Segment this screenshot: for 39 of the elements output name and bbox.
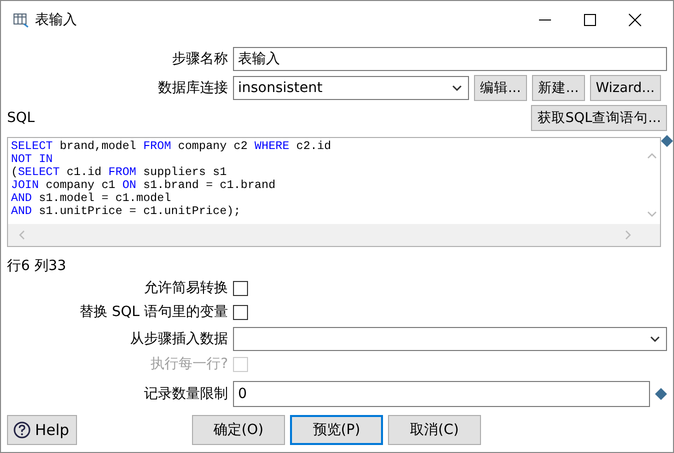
checkbox[interactable] — [233, 304, 248, 320]
field-label: 步骤名称 — [171, 50, 228, 68]
dialog-button[interactable]: 预览(P) — [290, 415, 383, 445]
step-name-field[interactable]: 表输入 — [233, 47, 667, 71]
chevron-down-icon — [450, 83, 464, 93]
step-dropdown[interactable] — [233, 327, 667, 351]
field-label: 从步骤插入数据 — [129, 330, 228, 348]
code-line: (SELECT c1.id FROM suppliers s1 — [11, 166, 228, 179]
connection-button[interactable]: 新建... — [532, 75, 585, 101]
dialog-button[interactable]: 确定(O) — [192, 415, 285, 445]
option-label: 允许简易转换 — [143, 279, 228, 297]
code-line: AND s1.model = c1.model — [11, 192, 172, 205]
sql-label: SQL — [7, 110, 35, 126]
limit-field[interactable]: 0 — [233, 381, 650, 407]
dialog-button[interactable]: 取消(C) — [388, 415, 481, 445]
option-label: 替换 SQL 语句里的变量 — [78, 303, 228, 321]
variable-icon — [661, 135, 673, 147]
code-line: NOT IN — [11, 153, 54, 166]
cursor-position: 行6 列33 — [6, 257, 68, 276]
get-sql-button[interactable]: 获取SQL查询语句... — [531, 105, 667, 131]
table-icon — [13, 12, 29, 28]
checkbox[interactable] — [233, 280, 248, 296]
chevron-down-icon — [648, 334, 662, 344]
help-icon — [13, 421, 31, 439]
connection-button[interactable]: Wizard... — [590, 75, 661, 101]
window-title: 表输入 — [35, 11, 77, 29]
help-button[interactable]: Help — [7, 415, 77, 445]
code-line: JOIN company c1 ON s1.brand = c1.brand — [11, 179, 276, 192]
field-label: 数据库连接 — [157, 79, 228, 97]
option-label: 执行每一行? — [150, 355, 228, 373]
variable-icon — [655, 388, 667, 400]
field-label: 记录数量限制 — [143, 385, 228, 403]
sql-editor[interactable]: SELECT brand,model FROM company c2 WHERE c2.id NOT IN (SELECT c1.id FROM suppliers s1 JOIN company c1 ON s1.brand = c1.brand AND s1.model = c1.model AND s1.unitPrice = c1.unitPrice); — [7, 137, 661, 247]
close-icon[interactable] — [628, 13, 642, 27]
maximize-icon[interactable] — [583, 13, 597, 27]
code-line: SELECT brand,model FROM company c2 WHERE c2.id — [11, 140, 332, 153]
connection-button[interactable]: 编辑... — [474, 75, 527, 101]
connection-dropdown[interactable]: insonsistent — [233, 76, 469, 100]
code-line: AND s1.unitPrice = c1.unitPrice); — [11, 205, 242, 218]
